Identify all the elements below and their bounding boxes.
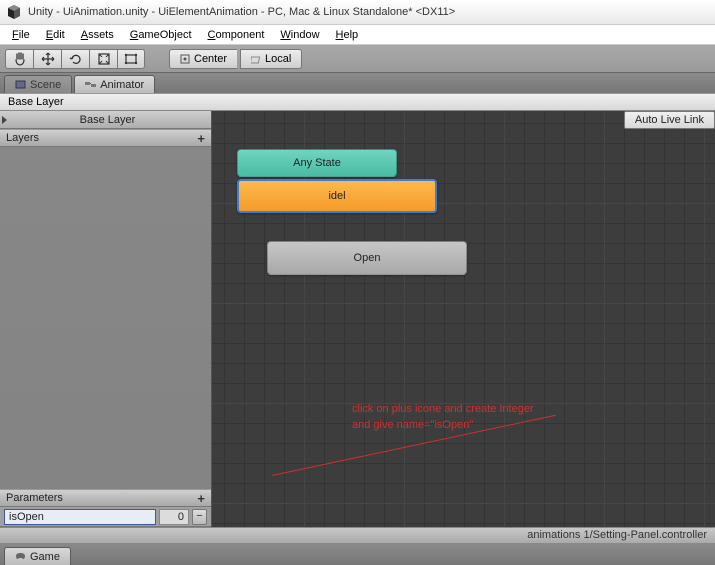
- node-label: Open: [354, 252, 381, 264]
- parameter-name-input[interactable]: [4, 509, 156, 525]
- editor-tabs: Scene Animator: [0, 73, 715, 93]
- add-layer-button[interactable]: +: [197, 131, 205, 146]
- current-layer-row[interactable]: Base Layer: [0, 111, 211, 129]
- hand-tool-button[interactable]: [5, 49, 33, 69]
- window-titlebar: Unity - UiAnimation.unity - UiElementAni…: [0, 0, 715, 25]
- state-node-idel[interactable]: idel: [237, 179, 437, 213]
- tab-animator-label: Animator: [100, 79, 144, 91]
- bottom-tabs: Game: [0, 543, 715, 565]
- scene-icon: [15, 79, 26, 90]
- toolbar: Center Local: [0, 45, 715, 73]
- game-icon: [15, 551, 26, 562]
- breadcrumb-bar: Base Layer: [0, 93, 715, 111]
- status-bar: animations 1/Setting-Panel.controller: [0, 527, 715, 543]
- transform-tools: [5, 49, 145, 69]
- window-title: Unity - UiAnimation.unity - UiElementAni…: [28, 6, 455, 18]
- parameter-value-input[interactable]: [159, 509, 189, 525]
- menu-assets[interactable]: Assets: [73, 27, 122, 43]
- auto-live-link-button[interactable]: Auto Live Link: [624, 111, 715, 129]
- unity-logo-icon: [6, 4, 22, 20]
- remove-parameter-button[interactable]: −: [192, 509, 207, 525]
- animator-graph[interactable]: Auto Live Link Any State idel Open click…: [212, 111, 715, 527]
- animator-sidebar: Base Layer Layers + Parameters + −: [0, 111, 212, 527]
- node-label: idel: [328, 190, 345, 202]
- menu-component[interactable]: Component: [200, 27, 273, 43]
- current-layer-label: Base Layer: [4, 114, 211, 126]
- parameters-label: Parameters: [6, 492, 63, 504]
- state-node-open[interactable]: Open: [267, 241, 467, 275]
- annotation-line1: click on plus icone and create Integer: [352, 401, 534, 417]
- animator-icon: [85, 79, 96, 90]
- menubar: File Edit Assets GameObject Component Wi…: [0, 25, 715, 45]
- pivot-rotation-button[interactable]: Local: [240, 49, 302, 69]
- node-label: Any State: [293, 157, 341, 169]
- rotate-tool-button[interactable]: [61, 49, 89, 69]
- local-icon: [251, 54, 261, 64]
- tab-game-label: Game: [30, 551, 60, 563]
- state-node-any-state[interactable]: Any State: [237, 149, 397, 177]
- scale-tool-button[interactable]: [89, 49, 117, 69]
- add-parameter-button[interactable]: +: [197, 491, 205, 506]
- layers-label: Layers: [6, 132, 39, 144]
- tab-scene[interactable]: Scene: [4, 75, 72, 93]
- pivot-mode-label: Center: [194, 53, 227, 65]
- sidebar-spacer: [0, 147, 211, 489]
- auto-live-link-label: Auto Live Link: [635, 114, 704, 126]
- menu-gameobject[interactable]: GameObject: [122, 27, 200, 43]
- menu-edit[interactable]: Edit: [38, 27, 73, 43]
- parameters-panel-header: Parameters +: [0, 489, 211, 507]
- status-text: animations 1/Setting-Panel.controller: [527, 529, 707, 541]
- annotation-text: click on plus icone and create Integer a…: [352, 401, 534, 433]
- rect-tool-button[interactable]: [117, 49, 145, 69]
- tab-scene-label: Scene: [30, 79, 61, 91]
- center-icon: [180, 54, 190, 64]
- tab-animator[interactable]: Animator: [74, 75, 155, 93]
- tab-game[interactable]: Game: [4, 547, 71, 565]
- menu-window[interactable]: Window: [272, 27, 327, 43]
- play-arrow-icon: [2, 116, 7, 124]
- pivot-mode-button[interactable]: Center: [169, 49, 237, 69]
- menu-file[interactable]: File: [4, 27, 38, 43]
- parameter-row: −: [0, 507, 211, 527]
- menu-help[interactable]: Help: [328, 27, 367, 43]
- move-tool-button[interactable]: [33, 49, 61, 69]
- pivot-rotation-label: Local: [265, 53, 291, 65]
- breadcrumb-layer[interactable]: Base Layer: [8, 96, 64, 108]
- animator-main: Base Layer Layers + Parameters + − Auto …: [0, 111, 715, 527]
- layers-panel-header: Layers +: [0, 129, 211, 147]
